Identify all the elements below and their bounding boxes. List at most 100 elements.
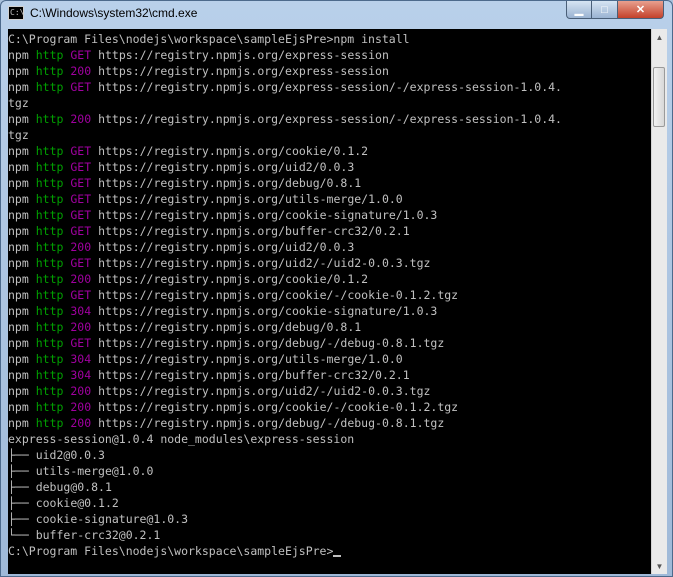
maximize-button[interactable]: □ xyxy=(592,1,618,19)
log-url: https://registry.npmjs.org/buffer-crc32/… xyxy=(98,224,410,238)
log-http: http xyxy=(35,416,64,430)
close-button[interactable]: ✕ xyxy=(618,1,664,19)
cmd-icon[interactable]: C:\ xyxy=(8,6,24,20)
log-url: https://registry.npmjs.org/cookie-signat… xyxy=(98,304,438,318)
log-line: npm http 200 https://registry.npmjs.org/… xyxy=(8,415,562,431)
window-title: C:\Windows\system32\cmd.exe xyxy=(30,6,198,20)
log-status: 200 xyxy=(70,400,92,414)
log-url: https://registry.npmjs.org/utils-merge/1… xyxy=(98,352,403,366)
dependency-name: uid2@0.0.3 xyxy=(35,448,105,462)
log-url: https://registry.npmjs.org/uid2/0.0.3 xyxy=(98,160,355,174)
scroll-down-arrow-icon[interactable]: ▼ xyxy=(652,558,667,574)
log-status: GET xyxy=(70,48,92,62)
log-http: http xyxy=(35,112,64,126)
tree-branch: ├── xyxy=(8,512,36,526)
log-line: npm http GET https://registry.npmjs.org/… xyxy=(8,159,562,175)
log-url: https://registry.npmjs.org/debug/-/debug… xyxy=(98,416,445,430)
log-url: https://registry.npmjs.org/cookie-signat… xyxy=(98,208,438,222)
console-lines: C:\Program Files\nodejs\workspace\sample… xyxy=(8,31,562,559)
scroll-up-arrow-icon[interactable]: ▲ xyxy=(652,29,667,45)
log-http: http xyxy=(35,192,64,206)
log-prefix: npm xyxy=(8,176,29,190)
tree-branch: ├── xyxy=(8,496,36,510)
log-status: 200 xyxy=(70,112,92,126)
vertical-scrollbar[interactable]: ▲ ▼ xyxy=(651,29,667,574)
log-line: npm http 304 https://registry.npmjs.org/… xyxy=(8,303,562,319)
log-http: http xyxy=(35,160,64,174)
log-url: https://registry.npmjs.org/buffer-crc32/… xyxy=(98,368,410,382)
tree-branch: └── xyxy=(8,528,36,542)
log-status: 304 xyxy=(70,304,92,318)
log-prefix: npm xyxy=(8,368,29,382)
log-http: http xyxy=(35,352,64,366)
log-url: https://registry.npmjs.org/uid2/-/uid2-0… xyxy=(98,256,431,270)
dependency-name: debug@0.8.1 xyxy=(35,480,112,494)
log-prefix: npm xyxy=(8,160,29,174)
log-status: GET xyxy=(70,160,92,174)
log-http: http xyxy=(35,304,64,318)
dependency-tree-item: ├── debug@0.8.1 xyxy=(8,479,562,495)
log-http: http xyxy=(35,336,64,350)
log-status: 200 xyxy=(70,240,92,254)
log-prefix: npm xyxy=(8,48,29,62)
log-status: GET xyxy=(70,144,92,158)
log-line: npm http 200 https://registry.npmjs.org/… xyxy=(8,239,562,255)
log-status: GET xyxy=(70,224,92,238)
log-line: npm http 200 https://registry.npmjs.org/… xyxy=(8,399,562,415)
dependency-tree-item: ├── utils-merge@1.0.0 xyxy=(8,463,562,479)
install-summary: express-session@1.0.4 node_modules\expre… xyxy=(8,431,562,447)
log-status: GET xyxy=(70,176,92,190)
log-line: npm http GET https://registry.npmjs.org/… xyxy=(8,335,562,351)
log-url: https://registry.npmjs.org/express-sessi… xyxy=(98,48,389,62)
log-http: http xyxy=(35,208,64,222)
log-line: npm http 200 https://registry.npmjs.org/… xyxy=(8,111,562,127)
log-line: npm http 304 https://registry.npmjs.org/… xyxy=(8,367,562,383)
text-cursor xyxy=(333,555,342,557)
log-prefix: npm xyxy=(8,144,29,158)
log-http: http xyxy=(35,272,64,286)
log-line: npm http GET https://registry.npmjs.org/… xyxy=(8,47,562,63)
dependency-name: cookie@0.1.2 xyxy=(35,496,119,510)
log-http: http xyxy=(35,320,64,334)
log-status: 200 xyxy=(70,272,92,286)
scroll-thumb[interactable] xyxy=(653,67,665,127)
log-prefix: npm xyxy=(8,336,29,350)
current-prompt: C:\Program Files\nodejs\workspace\sample… xyxy=(8,543,562,559)
log-http: http xyxy=(35,384,64,398)
log-http: http xyxy=(35,144,64,158)
tree-branch: ├── xyxy=(8,448,36,462)
maximize-icon: □ xyxy=(601,3,608,16)
close-icon: ✕ xyxy=(635,4,646,16)
dependency-name: buffer-crc32@0.2.1 xyxy=(35,528,161,542)
log-url: https://registry.npmjs.org/utils-merge/1… xyxy=(98,192,403,206)
log-url-continuation: tgz xyxy=(8,96,29,110)
log-status: GET xyxy=(70,288,92,302)
dependency-tree-item: └── buffer-crc32@0.2.1 xyxy=(8,527,562,543)
log-line: npm http GET https://registry.npmjs.org/… xyxy=(8,223,562,239)
log-url: https://registry.npmjs.org/cookie/-/cook… xyxy=(98,288,459,302)
log-url: https://registry.npmjs.org/cookie/0.1.2 xyxy=(98,144,369,158)
log-url: https://registry.npmjs.org/uid2/-/uid2-0… xyxy=(98,384,431,398)
minimize-button[interactable]: ▁ xyxy=(566,1,592,19)
log-url: https://registry.npmjs.org/cookie/0.1.2 xyxy=(98,272,369,286)
log-line: npm http GET https://registry.npmjs.org/… xyxy=(8,207,562,223)
log-status: GET xyxy=(70,256,92,270)
log-line-continuation: tgz xyxy=(8,95,562,111)
log-http: http xyxy=(35,256,64,270)
log-prefix: npm xyxy=(8,320,29,334)
log-line: npm http 200 https://registry.npmjs.org/… xyxy=(8,319,562,335)
dependency-tree-item: ├── cookie-signature@1.0.3 xyxy=(8,511,562,527)
log-http: http xyxy=(35,240,64,254)
log-url: https://registry.npmjs.org/uid2/0.0.3 xyxy=(98,240,355,254)
log-prefix: npm xyxy=(8,416,29,430)
log-status: 304 xyxy=(70,368,92,382)
log-http: http xyxy=(35,400,64,414)
log-prefix: npm xyxy=(8,400,29,414)
log-http: http xyxy=(35,368,64,382)
console-output[interactable]: C:\Program Files\nodejs\workspace\sample… xyxy=(8,29,651,574)
log-url: https://registry.npmjs.org/express-sessi… xyxy=(98,80,562,94)
title-bar[interactable]: C:\ C:\Windows\system32\cmd.exe ▁ □ ✕ xyxy=(1,1,672,27)
prompt-path: C:\Program Files\nodejs\workspace\sample… xyxy=(8,32,334,46)
log-line: npm http GET https://registry.npmjs.org/… xyxy=(8,191,562,207)
log-status: GET xyxy=(70,336,92,350)
